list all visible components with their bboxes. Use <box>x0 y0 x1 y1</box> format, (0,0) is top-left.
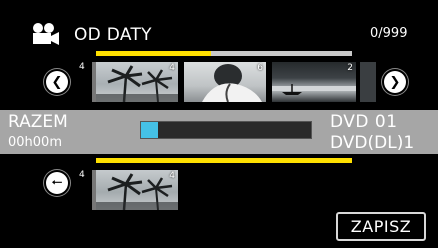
disc-type: DVD(DL)1 <box>330 133 415 153</box>
save-button[interactable]: ZAPISZ <box>336 212 426 241</box>
boat-image <box>272 84 356 95</box>
total-time: 00h00m <box>8 135 62 150</box>
scene-thumbnail[interactable]: 4 <box>96 62 178 102</box>
arrow-left-icon: 🠀 <box>51 175 63 191</box>
palm-tree-image <box>96 173 178 210</box>
scene-number: 6 <box>257 63 263 73</box>
scene-number: 4 <box>169 171 175 181</box>
disc-count: DVD 01 <box>330 112 398 132</box>
chevron-right-icon: ❯ <box>389 74 401 90</box>
scroll-progress-bar <box>96 51 352 56</box>
scene-number: 4 <box>169 63 175 73</box>
scene-thumbnail-partial[interactable] <box>360 62 376 102</box>
scene-thumbnail[interactable]: 2 <box>272 62 356 102</box>
next-page-button[interactable]: ❯ <box>384 71 406 93</box>
prev-page-button[interactable]: ❮ <box>46 71 68 93</box>
scene-counter: 0/999 <box>370 26 408 41</box>
selection-progress-bar <box>96 158 352 163</box>
back-button[interactable]: 🠀 <box>46 172 68 194</box>
total-label: RAZEM <box>8 112 68 132</box>
chevron-left-icon: ❮ <box>51 74 63 90</box>
movie-camera-icon <box>33 23 59 45</box>
stack-marker: 4 <box>79 62 85 72</box>
disc-capacity-fill <box>141 122 158 138</box>
person-image <box>202 64 262 102</box>
scene-thumbnail-selected[interactable]: 6 <box>184 62 266 102</box>
scene-number: 2 <box>347 63 353 73</box>
palm-tree-image <box>96 65 178 102</box>
scroll-progress-fill <box>96 51 212 56</box>
stack-marker: 4 <box>79 170 85 180</box>
disc-capacity-bar <box>140 121 312 139</box>
page-title: OD DATY <box>74 25 152 45</box>
selected-scene-thumbnail[interactable]: 4 <box>96 170 178 210</box>
